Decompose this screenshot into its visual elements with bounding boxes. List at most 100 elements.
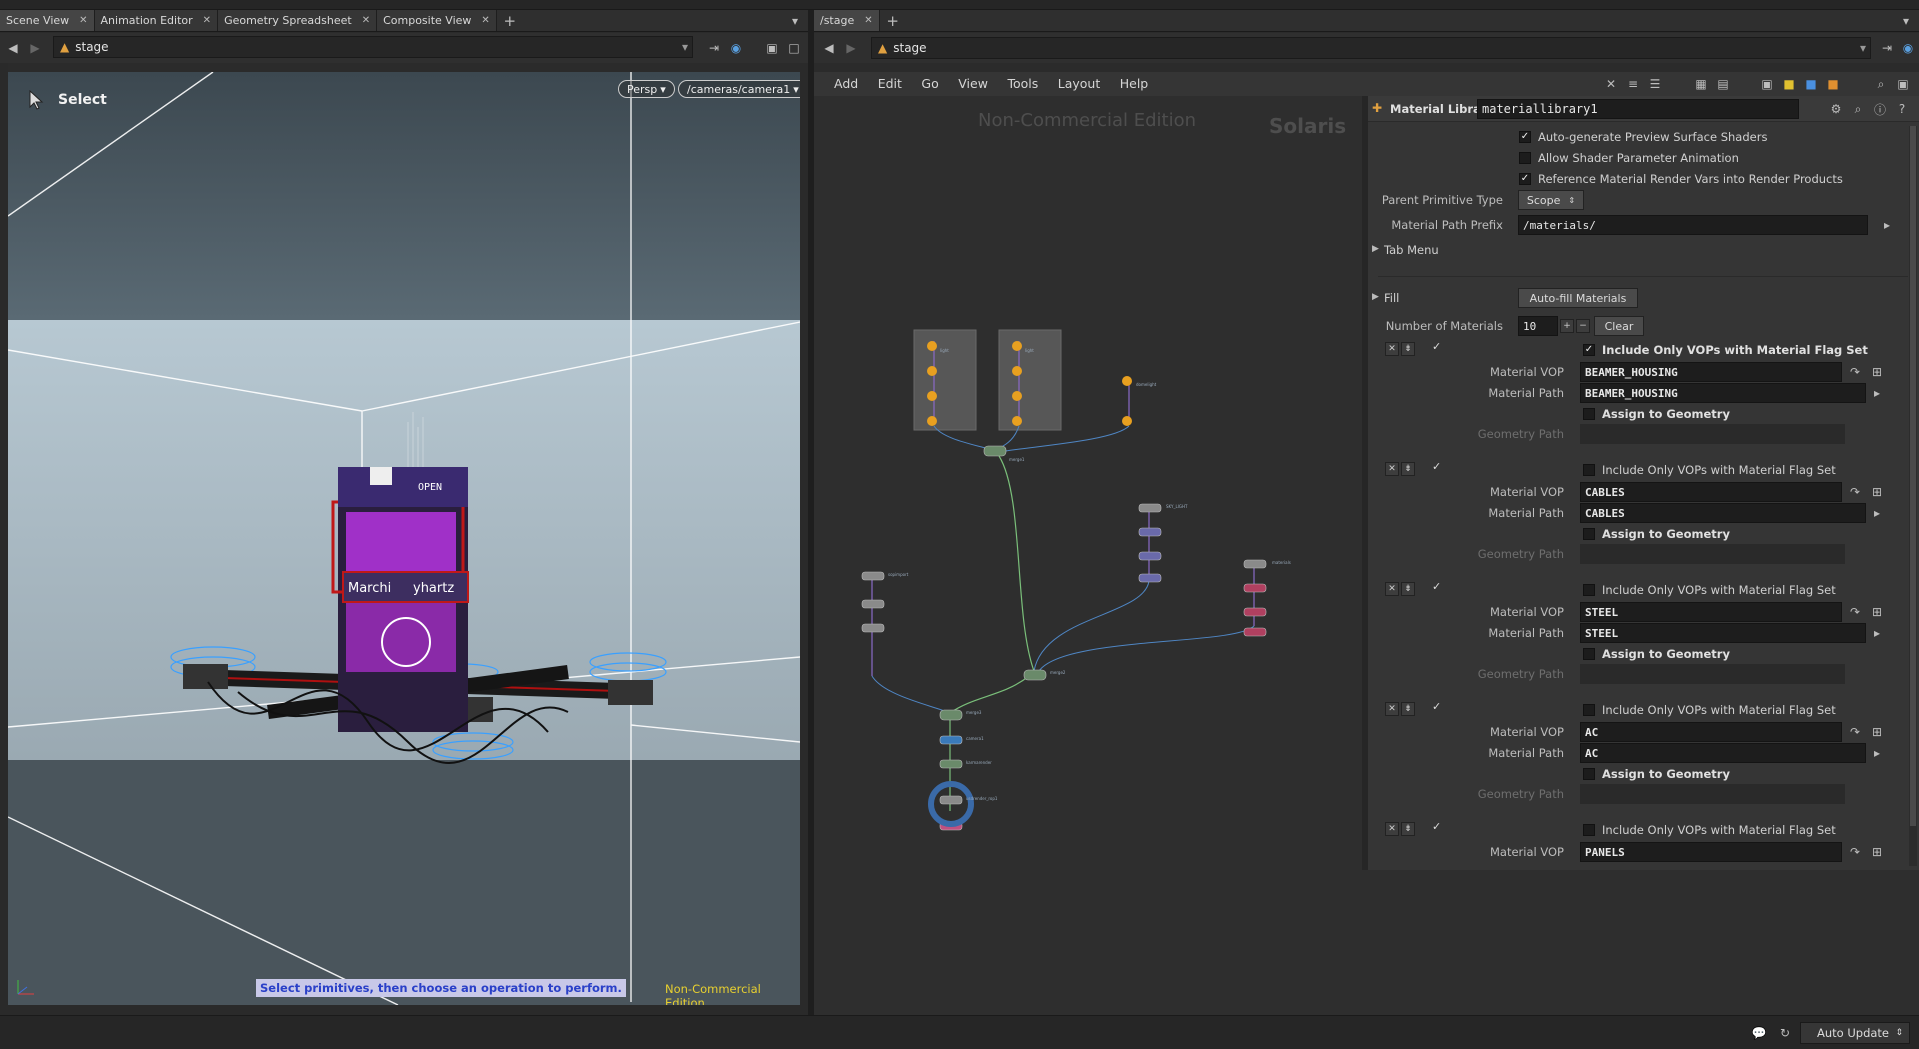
arrow-icon[interactable]: ▸ <box>1878 216 1896 234</box>
jump-icon[interactable]: ↷ <box>1846 483 1864 501</box>
jump-icon[interactable]: ↷ <box>1846 603 1864 621</box>
jump-icon[interactable]: ↷ <box>1846 843 1864 861</box>
stack-icon[interactable]: ■ <box>1824 75 1842 93</box>
network-path-field[interactable]: ▲ stage ▾ <box>871 37 1871 59</box>
camera-icon[interactable]: ▣ <box>1894 75 1912 93</box>
chevron-down-icon[interactable]: ▾ <box>1860 41 1866 55</box>
search-icon[interactable]: ⌕ <box>1849 100 1867 118</box>
num-materials-field[interactable]: 10 <box>1518 316 1558 336</box>
info-icon[interactable]: ⓘ <box>1871 100 1889 118</box>
insert-instance-icon[interactable]: ⇟ <box>1401 702 1415 716</box>
include-only-checkbox[interactable] <box>1583 704 1595 716</box>
close-icon[interactable]: ✕ <box>203 15 211 26</box>
scrollbar-thumb[interactable] <box>1910 126 1916 826</box>
menu-go[interactable]: Go <box>921 76 938 91</box>
assign-to-geometry-checkbox[interactable] <box>1583 528 1595 540</box>
wrench-icon[interactable]: ✕ <box>1602 75 1620 93</box>
remove-instance-icon[interactable]: ✕ <box>1385 342 1399 356</box>
backdrop-icon[interactable]: ■ <box>1802 75 1820 93</box>
tree-icon[interactable]: ≡ <box>1624 75 1642 93</box>
clear-button[interactable]: Clear <box>1594 316 1644 336</box>
parent-prim-menu[interactable]: Scope ⇕ <box>1518 190 1584 210</box>
material-vop-field[interactable]: PANELS <box>1580 842 1842 862</box>
menu-add[interactable]: Add <box>834 76 858 91</box>
persp-button[interactable]: Persp ▾ <box>618 80 675 98</box>
include-only-checkbox[interactable]: ✓ <box>1583 344 1595 356</box>
expand-arrow-icon[interactable]: ▶ <box>1372 244 1379 254</box>
material-path-field[interactable]: STEEL <box>1580 623 1866 643</box>
arrow-icon[interactable]: ▸ <box>1868 504 1886 522</box>
toggle-icon[interactable]: ✓ <box>1432 460 1441 473</box>
pin-icon[interactable]: ⇥ <box>705 39 723 57</box>
menu-help[interactable]: Help <box>1120 76 1149 91</box>
auto-generate-checkbox[interactable]: ✓ <box>1519 131 1531 143</box>
menu-view[interactable]: View <box>958 76 988 91</box>
remove-instance-icon[interactable]: ✕ <box>1385 582 1399 596</box>
assign-to-geometry-checkbox[interactable] <box>1583 768 1595 780</box>
gear-icon[interactable]: ⚙ <box>1827 100 1845 118</box>
insert-instance-icon[interactable]: ⇟ <box>1401 822 1415 836</box>
close-icon[interactable]: ✕ <box>864 15 872 26</box>
link-icon[interactable]: ◉ <box>727 39 745 57</box>
param-scrollbar[interactable] <box>1909 126 1917 866</box>
remove-instance-icon[interactable]: ✕ <box>1385 702 1399 716</box>
insert-instance-icon[interactable]: ⇟ <box>1401 462 1415 476</box>
arrow-icon[interactable]: ▸ <box>1868 384 1886 402</box>
allow-anim-checkbox[interactable] <box>1519 152 1531 164</box>
assign-to-geometry-checkbox[interactable] <box>1583 408 1595 420</box>
node-chooser-icon[interactable]: ⊞ <box>1868 723 1886 741</box>
select-tool-icon[interactable] <box>28 89 44 113</box>
viewport[interactable]: OPEN Marchi yhartz Select Persp ▾ /camera… <box>8 72 800 1005</box>
close-icon[interactable]: ✕ <box>79 15 87 26</box>
arrow-icon[interactable]: ▸ <box>1868 624 1886 642</box>
toggle-icon[interactable]: ✓ <box>1432 340 1441 353</box>
tab-scene-view[interactable]: Scene View ✕ <box>0 10 95 31</box>
link-icon[interactable]: ◉ <box>1899 39 1917 57</box>
remove-instance-icon[interactable]: ✕ <box>1385 822 1399 836</box>
close-icon[interactable]: ✕ <box>362 15 370 26</box>
display-options-icon[interactable]: ▣ <box>763 39 781 57</box>
tab-geometry-spreadsheet[interactable]: Geometry Spreadsheet ✕ <box>218 10 378 31</box>
fill-label[interactable]: Fill <box>1384 291 1399 305</box>
chevron-down-icon[interactable]: ▾ <box>682 40 688 54</box>
material-path-field[interactable]: BEAMER_HOUSING <box>1580 383 1866 403</box>
menu-edit[interactable]: Edit <box>878 76 902 91</box>
image-icon[interactable]: ▣ <box>1758 75 1776 93</box>
snapshot-icon[interactable]: □ <box>785 39 803 57</box>
assign-to-geometry-checkbox[interactable] <box>1583 648 1595 660</box>
include-only-checkbox[interactable] <box>1583 824 1595 836</box>
add-tab-icon[interactable]: + <box>501 10 519 32</box>
add-tab-icon[interactable]: + <box>884 10 902 32</box>
sticky-note-icon[interactable]: ■ <box>1780 75 1798 93</box>
material-vop-field[interactable]: BEAMER_HOUSING <box>1580 362 1842 382</box>
node-chooser-icon[interactable]: ⊞ <box>1868 843 1886 861</box>
network-editor[interactable]: Non-Commercial Edition Solaris light lig… <box>814 96 1362 1015</box>
path-prefix-field[interactable]: /materials/ <box>1518 215 1868 235</box>
jump-icon[interactable]: ↷ <box>1846 723 1864 741</box>
remove-instance-icon[interactable]: ✕ <box>1385 462 1399 476</box>
node-chooser-icon[interactable]: ⊞ <box>1868 363 1886 381</box>
material-path-field[interactable]: CABLES <box>1580 503 1866 523</box>
tab-animation-editor[interactable]: Animation Editor ✕ <box>94 10 219 31</box>
refresh-icon[interactable]: ↻ <box>1776 1024 1794 1042</box>
pin-icon[interactable]: ⇥ <box>1878 39 1896 57</box>
node-chooser-icon[interactable]: ⊞ <box>1868 603 1886 621</box>
material-vop-field[interactable]: CABLES <box>1580 482 1842 502</box>
auto-update-menu[interactable]: Auto Update ⇕ <box>1800 1022 1910 1044</box>
layout-icon[interactable]: ▤ <box>1714 75 1732 93</box>
autofill-button[interactable]: Auto-fill Materials <box>1518 288 1638 308</box>
search-icon[interactable]: ⌕ <box>1872 75 1890 93</box>
toggle-icon[interactable]: ✓ <box>1432 580 1441 593</box>
material-vop-field[interactable]: STEEL <box>1580 602 1842 622</box>
material-path-field[interactable]: AC <box>1580 743 1866 763</box>
expand-arrow-icon[interactable]: ▶ <box>1372 292 1379 302</box>
chat-icon[interactable]: 💬 <box>1750 1024 1768 1042</box>
path-field[interactable]: ▲ stage ▾ <box>53 36 693 58</box>
material-vop-field[interactable]: AC <box>1580 722 1842 742</box>
pane-menu-icon[interactable]: ▾ <box>786 12 804 30</box>
include-only-checkbox[interactable] <box>1583 464 1595 476</box>
toggle-icon[interactable]: ✓ <box>1432 700 1441 713</box>
close-icon[interactable]: ✕ <box>481 15 489 26</box>
tab-menu-label[interactable]: Tab Menu <box>1384 243 1439 257</box>
camera-button[interactable]: /cameras/camera1 ▾ <box>678 80 800 98</box>
